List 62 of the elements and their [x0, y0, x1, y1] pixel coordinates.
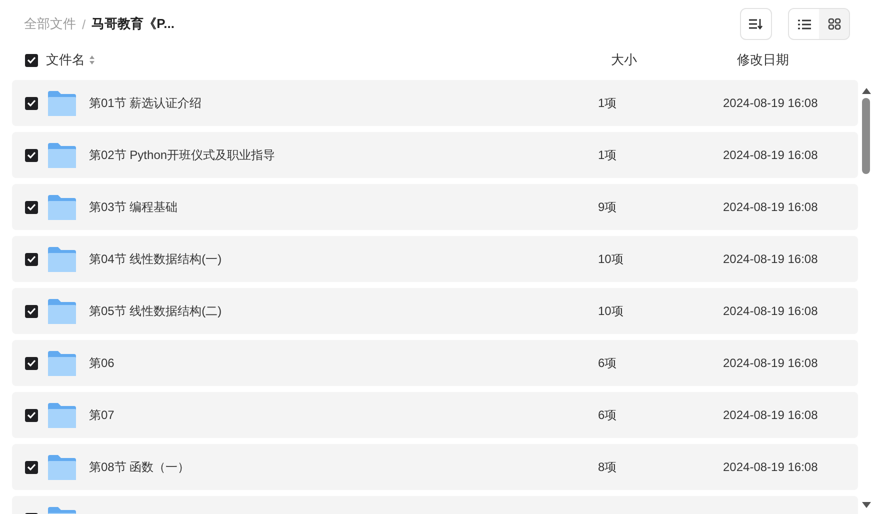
name-column-header[interactable]: 文件名 — [46, 51, 85, 69]
modified-date: 2024-08-19 16:08 — [723, 148, 818, 162]
file-row[interactable]: 第08节 函数（一） 8项 2024-08-19 16:08 — [12, 444, 858, 490]
folder-icon — [47, 454, 77, 480]
file-row[interactable]: 第01节 薪选认证介绍 1项 2024-08-19 16:08 — [12, 80, 858, 126]
folder-icon — [47, 298, 77, 324]
row-checkbox[interactable] — [25, 96, 38, 110]
scroll-down-icon[interactable] — [862, 502, 870, 508]
folder-name: 第04节 线性数据结构(一) — [89, 250, 223, 268]
modified-date: 2024-08-19 16:08 — [723, 252, 818, 266]
row-checkbox[interactable] — [25, 252, 38, 266]
row-checkbox[interactable] — [25, 460, 38, 474]
modified-date: 2024-08-19 16:08 — [723, 356, 818, 370]
file-row[interactable]: 第06 6项 2024-08-19 16:08 — [12, 340, 858, 386]
folder-name: 第01节 薪选认证介绍 — [89, 94, 203, 112]
file-row[interactable]: 第03节 编程基础 9项 2024-08-19 16:08 — [12, 184, 858, 230]
folder-icon — [47, 350, 77, 376]
folder-icon — [47, 246, 77, 272]
sort-arrows-icon — [89, 55, 95, 65]
item-count: 6项 — [598, 406, 618, 424]
list-view-button[interactable] — [789, 9, 819, 39]
modified-date: 2024-08-19 16:08 — [723, 200, 818, 214]
list-icon — [798, 18, 810, 30]
item-count: 1项 — [598, 94, 618, 112]
row-checkbox[interactable] — [25, 200, 38, 214]
item-count: 10项 — [598, 302, 624, 320]
sort-button[interactable] — [740, 8, 772, 40]
date-column-header: 修改日期 — [737, 51, 789, 69]
breadcrumb-separator: / — [82, 16, 86, 32]
file-row[interactable]: 第05节 线性数据结构(二) 10项 2024-08-19 16:08 — [12, 288, 858, 334]
item-count: 1项 — [598, 146, 618, 164]
file-row[interactable]: 第04节 线性数据结构(一) 10项 2024-08-19 16:08 — [12, 236, 858, 282]
modified-date: 2024-08-19 16:08 — [723, 408, 818, 422]
folder-name: 第06 — [89, 354, 116, 372]
item-count: 10项 — [598, 250, 624, 268]
file-row[interactable]: 第02节 Python开班仪式及职业指导 1项 2024-08-19 16:08 — [12, 132, 858, 178]
modified-date: 2024-08-19 16:08 — [723, 460, 818, 474]
folder-name: 第08节 函数（一） — [89, 458, 191, 476]
scrollbar-thumb[interactable] — [862, 98, 870, 174]
folder-name: 第07 — [89, 406, 116, 424]
folder-name: 第03节 编程基础 — [89, 198, 179, 216]
modified-date: 2024-08-19 16:08 — [723, 96, 818, 110]
file-row[interactable]: 第07 6项 2024-08-19 16:08 — [12, 392, 858, 438]
size-column-header: 大小 — [611, 51, 637, 69]
folder-icon — [47, 402, 77, 428]
row-checkbox[interactable] — [25, 148, 38, 162]
grid-icon — [828, 18, 840, 30]
sort-icon — [749, 18, 763, 30]
item-count: 8项 — [598, 458, 618, 476]
item-count: 9项 — [598, 198, 618, 216]
row-checkbox[interactable] — [25, 356, 38, 370]
folder-name: 第02节 Python开班仪式及职业指导 — [89, 146, 276, 164]
folder-icon — [47, 194, 77, 220]
folder-icon — [47, 90, 77, 116]
item-count: 6项 — [598, 354, 618, 372]
modified-date: 2024-08-19 16:08 — [723, 304, 818, 318]
select-all-checkbox[interactable] — [25, 54, 38, 66]
scroll-up-icon[interactable] — [862, 88, 870, 94]
row-checkbox[interactable] — [25, 408, 38, 422]
folder-icon — [47, 142, 77, 168]
folder-name: 第05节 线性数据结构(二) — [89, 302, 223, 320]
row-checkbox[interactable] — [25, 304, 38, 318]
